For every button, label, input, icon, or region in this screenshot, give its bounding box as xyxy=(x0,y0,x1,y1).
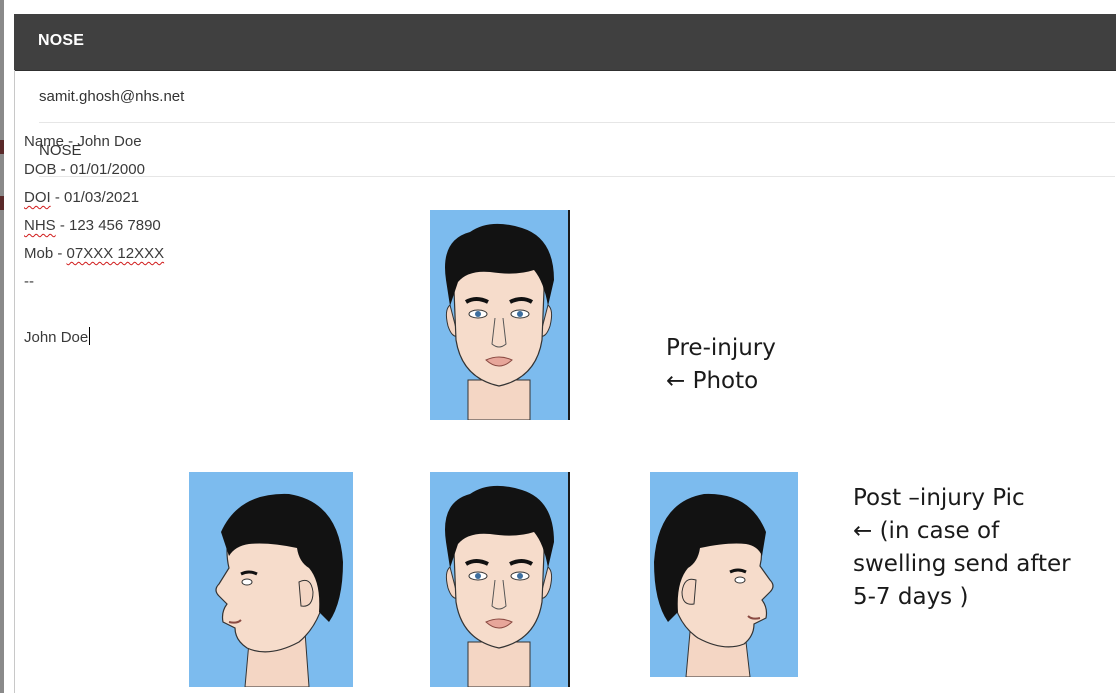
post-injury-caption: Post –injury Pic ← (in case of swelling … xyxy=(853,482,1071,614)
pre-injury-caption-line: Pre-injury xyxy=(666,335,776,361)
right-profile-illustration xyxy=(654,493,774,677)
edge-marker xyxy=(0,140,4,154)
frontal-face-illustration xyxy=(445,223,554,420)
recipient-field[interactable]: samit.ghosh@nhs.net xyxy=(39,70,1115,123)
body-nhs-line: NHS - 123 456 7890 xyxy=(24,212,164,240)
signature-line: John Doe xyxy=(24,324,164,352)
frontal-face-illustration xyxy=(445,485,554,687)
subject-field[interactable]: NOSE xyxy=(39,124,1115,177)
window-left-edge xyxy=(0,0,4,693)
pre-injury-frontal-photo[interactable] xyxy=(430,210,570,420)
message-body[interactable]: Name - John Doe DOB - 01/01/2000 DOI - 0… xyxy=(24,128,164,352)
post-injury-right-profile-photo[interactable] xyxy=(650,472,798,677)
body-dob-line: DOB - 01/01/2000 xyxy=(24,161,145,178)
signature-name: John Doe xyxy=(24,329,89,346)
nhs-label: NHS xyxy=(24,217,56,234)
body-name-line: Name - John Doe xyxy=(24,133,142,150)
edge-marker xyxy=(0,196,4,210)
text-cursor xyxy=(89,327,91,345)
recipient-address[interactable]: samit.ghosh@nhs.net xyxy=(39,88,184,105)
mob-label: Mob - xyxy=(24,245,67,262)
body-mob-line: Mob - 07XXX 12XXX xyxy=(24,240,164,268)
nhs-value: - 123 456 7890 xyxy=(55,217,161,234)
left-profile-illustration xyxy=(215,493,343,687)
post-injury-left-profile-photo[interactable] xyxy=(189,472,353,687)
body-spacer xyxy=(24,296,164,324)
post-injury-frontal-photo[interactable] xyxy=(430,472,570,687)
window-title: NOSE xyxy=(38,32,85,49)
doi-value: - 01/03/2021 xyxy=(50,189,140,206)
pre-injury-caption-line: ← Photo xyxy=(666,368,759,394)
signature-separator: -- xyxy=(24,273,34,290)
post-injury-caption-line: swelling send after xyxy=(853,551,1071,577)
mob-value: 07XXX 12XXX xyxy=(66,245,165,262)
post-injury-caption-line: 5-7 days ) xyxy=(853,584,969,610)
doi-label: DOI xyxy=(24,189,51,206)
pre-injury-caption: Pre-injury ← Photo xyxy=(666,332,776,398)
body-doi-line: DOI - 01/03/2021 xyxy=(24,184,164,212)
post-injury-caption-line: Post –injury Pic xyxy=(853,485,1025,511)
compose-title-bar[interactable]: NOSE xyxy=(14,14,1116,71)
post-injury-caption-line: ← (in case of xyxy=(853,518,1000,544)
